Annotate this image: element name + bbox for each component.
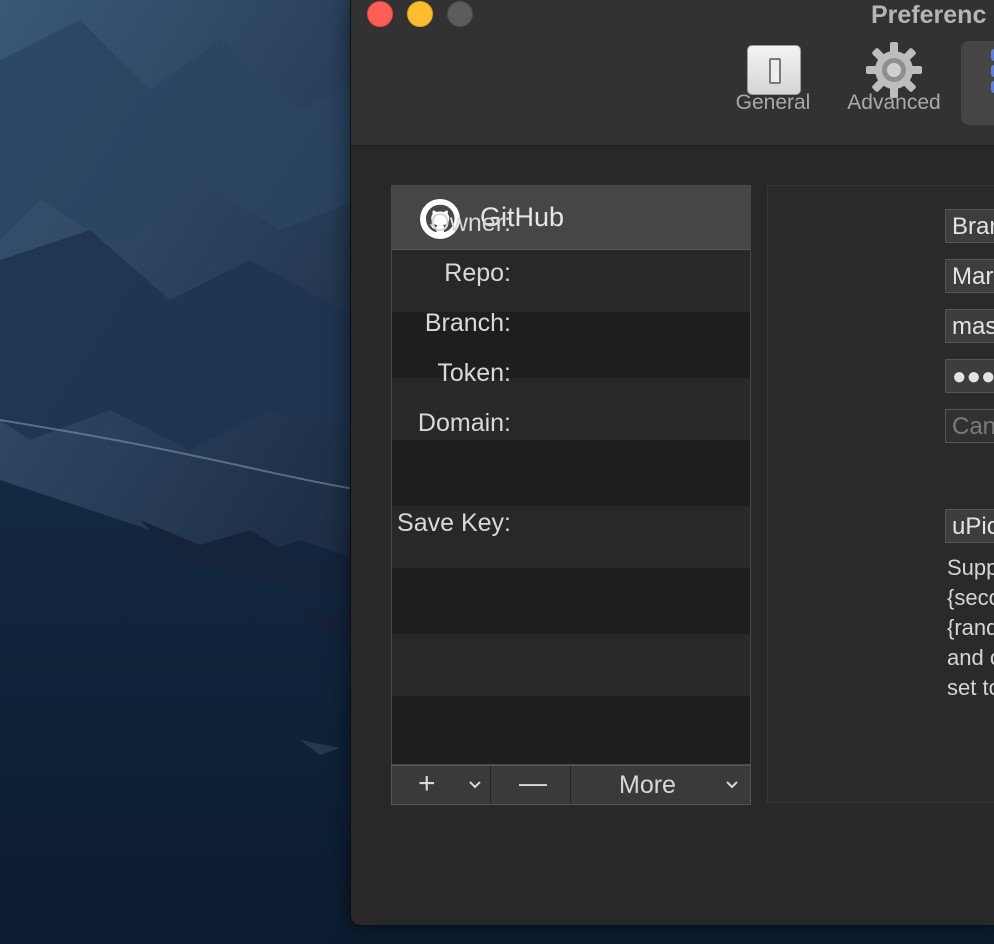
save-key-field[interactable]: uPic — [945, 509, 994, 543]
toolbar-tab-general[interactable]: General — [723, 41, 823, 127]
list-row-empty — [392, 568, 750, 634]
toolbar-divider — [351, 145, 994, 146]
help-line: set to — [947, 675, 994, 700]
help-line: {seco — [947, 585, 994, 610]
chevron-down-icon — [469, 781, 481, 789]
list-controls: + — More — [391, 765, 751, 805]
repo-field[interactable]: Mar — [945, 259, 994, 293]
zoom-window-button[interactable] — [447, 1, 473, 27]
title-bar: Preferenc General Advanced — [351, 0, 994, 146]
token-field[interactable]: ●●● — [945, 359, 994, 393]
save-key-label: Save Key: — [397, 509, 511, 537]
toolbar-tab-general-label: General — [735, 91, 811, 114]
preferences-window: Preferenc General Advanced GitHub + — Mo… — [350, 0, 994, 926]
switch-icon — [747, 45, 801, 95]
close-window-button[interactable] — [367, 1, 393, 27]
owner-label: Owner: — [430, 209, 511, 237]
repo-label: Repo: — [444, 259, 511, 287]
help-line: {rand — [947, 615, 994, 640]
save-key-help-text: Supp {seco {rand and c set to — [947, 553, 994, 703]
help-line: Supp — [947, 555, 994, 580]
token-label: Token: — [437, 359, 511, 387]
toolbar-tab-advanced[interactable]: Advanced — [839, 41, 949, 127]
plus-icon: + — [418, 767, 436, 800]
domain-label: Domain: — [417, 409, 511, 437]
more-menu-button[interactable]: More — [572, 766, 750, 804]
list-row-empty — [392, 634, 750, 696]
minimize-window-button[interactable] — [407, 1, 433, 27]
branch-label: Branch: — [424, 309, 511, 337]
window-title: Preferenc — [871, 1, 987, 29]
chevron-down-icon — [726, 781, 738, 789]
list-row-empty — [392, 696, 750, 764]
list-row-empty — [392, 440, 750, 506]
toolbar-tab-advanced-label: Advanced — [847, 91, 941, 114]
add-uploader-button[interactable]: + — [392, 766, 491, 804]
toolbar-tab-uploaders[interactable] — [961, 41, 994, 125]
branch-field[interactable]: mas — [945, 309, 994, 343]
domain-field[interactable]: Can — [945, 409, 994, 443]
more-menu-label: More — [619, 771, 676, 799]
remove-uploader-button[interactable]: — — [492, 766, 571, 804]
help-line: and c — [947, 645, 994, 670]
minus-icon: — — [519, 767, 547, 798]
owner-field[interactable]: Brar — [945, 209, 994, 243]
grid-icon — [991, 49, 994, 93]
